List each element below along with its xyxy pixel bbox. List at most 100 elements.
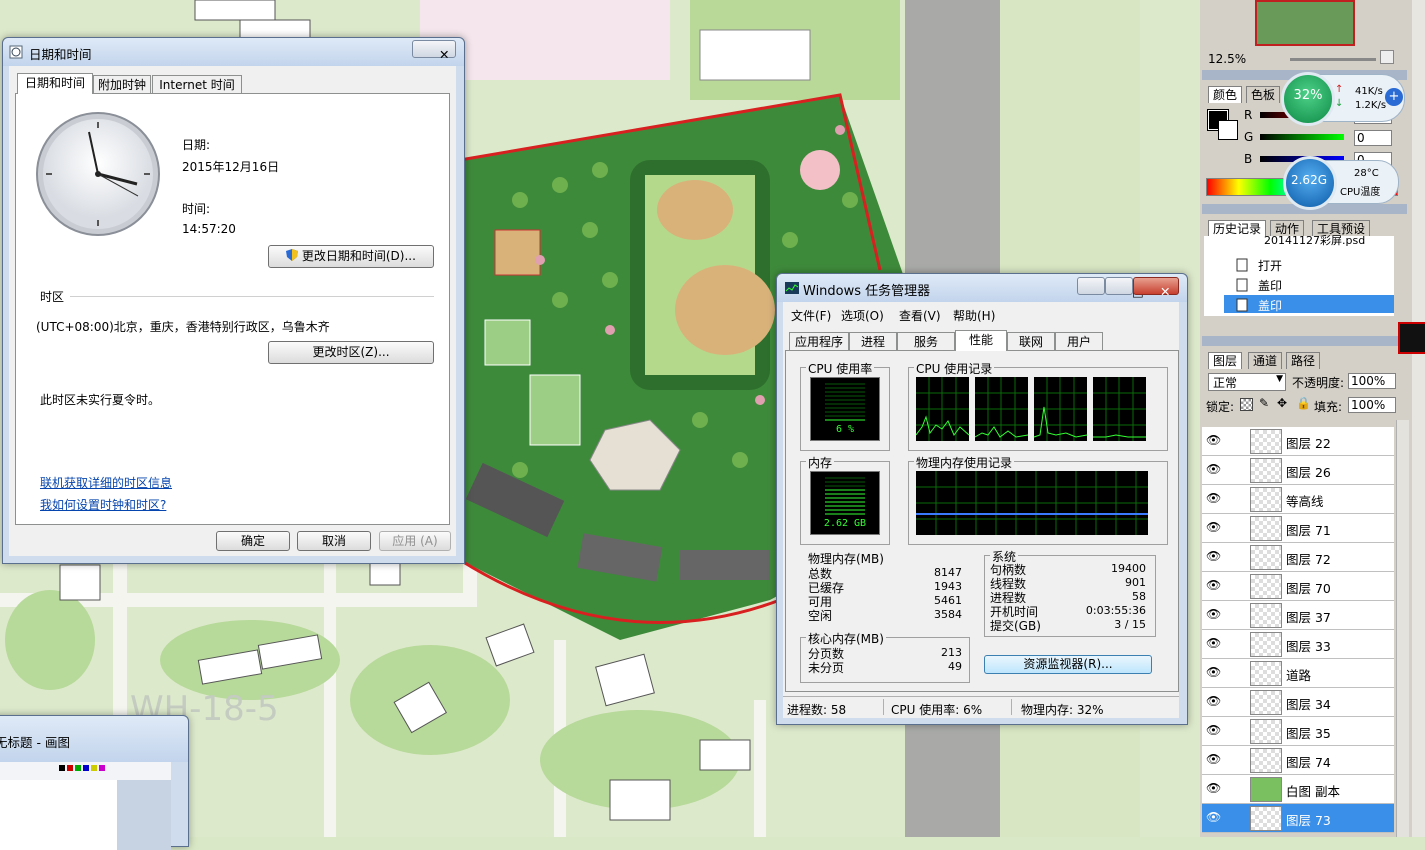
layer-thumbnail bbox=[1250, 516, 1282, 541]
layer-row[interactable]: 👁 图层 74 bbox=[1202, 746, 1394, 775]
layer-name: 图层 72 bbox=[1286, 552, 1331, 567]
layer-thumbnail bbox=[1250, 748, 1282, 773]
net-add-button[interactable]: + bbox=[1385, 88, 1403, 106]
eye-icon[interactable]: 👁 bbox=[1206, 810, 1221, 824]
history-item-stamp-2[interactable]: 盖印 bbox=[1258, 297, 1282, 314]
layer-row[interactable]: 👁 图层 33 bbox=[1202, 630, 1394, 659]
lock-transparency-icon[interactable] bbox=[1240, 398, 1253, 411]
fill-value[interactable]: 100% bbox=[1348, 397, 1396, 413]
paint-canvas[interactable] bbox=[0, 780, 117, 850]
change-timezone-button[interactable]: 更改时区(Z)... bbox=[268, 341, 434, 364]
menu-help[interactable]: 帮助(H) bbox=[953, 307, 995, 324]
eye-icon[interactable]: 👁 bbox=[1206, 491, 1221, 505]
task-manager-titlebar[interactable]: Windows 任务管理器 － □ ✕ bbox=[777, 274, 1187, 302]
layer-row-selected[interactable]: 👁 图层 73 bbox=[1202, 804, 1394, 833]
blend-mode-select[interactable]: 正常 ▼ bbox=[1208, 373, 1286, 391]
cancel-button[interactable]: 取消 bbox=[297, 531, 371, 551]
how-to-link[interactable]: 我如何设置时钟和时区? bbox=[40, 496, 166, 513]
stat-threads-value: 901 bbox=[1125, 576, 1146, 589]
palette-icon bbox=[59, 765, 105, 771]
history-item-stamp-1[interactable]: 盖印 bbox=[1258, 277, 1282, 294]
eye-icon[interactable]: 👁 bbox=[1206, 752, 1221, 766]
tab-history[interactable]: 历史记录 bbox=[1208, 220, 1267, 237]
status-memory: 物理内存: 32% bbox=[1021, 703, 1104, 717]
layer-row[interactable]: 👁 白图 副本 bbox=[1202, 775, 1394, 804]
paint-window[interactable]: 无标题 - 画图 bbox=[0, 715, 189, 850]
cpu-usage-value: 6 % bbox=[835, 424, 855, 435]
tab-services[interactable]: 服务 bbox=[897, 332, 955, 351]
layer-row[interactable]: 👁 图层 34 bbox=[1202, 688, 1394, 717]
badge-icon bbox=[1398, 322, 1425, 354]
menu-options[interactable]: 选项(O) bbox=[841, 307, 884, 324]
lock-paint-icon[interactable]: ✎ bbox=[1259, 396, 1269, 410]
menu-file[interactable]: 文件(F) bbox=[791, 307, 831, 324]
minimize-button[interactable]: － bbox=[1077, 277, 1117, 299]
tab-paths[interactable]: 路径 bbox=[1286, 352, 1321, 369]
channel-g-value[interactable]: 0 bbox=[1354, 130, 1392, 146]
layer-row[interactable]: 👁 图层 70 bbox=[1202, 572, 1394, 601]
layer-thumbnail bbox=[1250, 429, 1282, 454]
tab-internet-time[interactable]: Internet 时间 bbox=[152, 75, 242, 94]
eye-icon[interactable]: 👁 bbox=[1206, 433, 1221, 447]
tab-datetime[interactable]: 日期和时间 bbox=[17, 73, 93, 94]
task-manager-icon bbox=[785, 282, 799, 294]
tab-additional-clocks[interactable]: 附加时钟 bbox=[93, 75, 151, 94]
layer-row[interactable]: 👁 图层 26 bbox=[1202, 456, 1394, 485]
eye-icon[interactable]: 👁 bbox=[1206, 549, 1221, 563]
datetime-titlebar[interactable]: 日期和时间 ✕ bbox=[3, 38, 464, 66]
tab-channels[interactable]: 通道 bbox=[1248, 352, 1283, 369]
navigator-zoom-slider[interactable] bbox=[1290, 58, 1376, 61]
eye-icon[interactable]: 👁 bbox=[1206, 462, 1221, 476]
lock-label: 锁定: bbox=[1206, 400, 1235, 414]
eye-icon[interactable]: 👁 bbox=[1206, 665, 1221, 679]
history-item-open[interactable]: 打开 bbox=[1258, 257, 1282, 274]
fill-label: 填充: bbox=[1314, 400, 1343, 414]
layer-row[interactable]: 👁 等高线 bbox=[1202, 485, 1394, 514]
cpu-history-label: CPU 使用记录 bbox=[914, 360, 995, 377]
eye-icon[interactable]: 👁 bbox=[1206, 781, 1221, 795]
tab-swatches[interactable]: 色板 bbox=[1246, 86, 1281, 103]
tab-users[interactable]: 用户 bbox=[1055, 332, 1103, 351]
history-snapshot[interactable]: 20141127彩屏.psd bbox=[1264, 232, 1365, 248]
change-datetime-button[interactable]: 更改日期和时间(D)... bbox=[268, 245, 434, 268]
close-button[interactable]: ✕ bbox=[1133, 277, 1179, 299]
eye-icon[interactable]: 👁 bbox=[1206, 607, 1221, 621]
timezone-info-link[interactable]: 联机获取详细的时区信息 bbox=[40, 474, 172, 491]
history-panel-footer bbox=[1204, 316, 1394, 330]
apply-button[interactable]: 应用 (A) bbox=[379, 531, 451, 551]
layer-row[interactable]: 👁 道路 bbox=[1202, 659, 1394, 688]
layers-scrollbar[interactable] bbox=[1396, 420, 1409, 837]
tab-networking[interactable]: 联网 bbox=[1007, 332, 1055, 351]
eye-icon[interactable]: 👁 bbox=[1206, 520, 1221, 534]
resource-monitor-button[interactable]: 资源监视器(R)... bbox=[984, 655, 1152, 674]
opacity-value[interactable]: 100% bbox=[1348, 373, 1396, 389]
eye-icon[interactable]: 👁 bbox=[1206, 723, 1221, 737]
background-color-swatch[interactable] bbox=[1218, 120, 1238, 140]
layer-row[interactable]: 👁 图层 72 bbox=[1202, 543, 1394, 572]
lock-move-icon[interactable]: ✥ bbox=[1277, 396, 1287, 410]
ok-button[interactable]: 确定 bbox=[216, 531, 290, 551]
menu-view[interactable]: 查看(V) bbox=[899, 307, 941, 324]
eye-icon[interactable]: 👁 bbox=[1206, 636, 1221, 650]
maximize-button[interactable]: □ bbox=[1105, 277, 1144, 299]
tab-performance[interactable]: 性能 bbox=[955, 330, 1007, 351]
eye-icon[interactable]: 👁 bbox=[1206, 578, 1221, 592]
layers-panel-header bbox=[1202, 336, 1407, 346]
tab-layers[interactable]: 图层 bbox=[1208, 352, 1243, 369]
layer-row[interactable]: 👁 图层 35 bbox=[1202, 717, 1394, 746]
lock-all-icon[interactable]: 🔒 bbox=[1296, 396, 1311, 410]
layer-row[interactable]: 👁 图层 22 bbox=[1202, 427, 1394, 456]
layer-name: 等高线 bbox=[1286, 494, 1324, 509]
layer-name: 图层 73 bbox=[1286, 813, 1331, 828]
close-button[interactable]: ✕ bbox=[412, 40, 456, 62]
navigator-zoom[interactable]: 12.5% bbox=[1208, 52, 1246, 66]
tab-processes[interactable]: 进程 bbox=[849, 332, 897, 351]
tab-color[interactable]: 颜色 bbox=[1208, 86, 1243, 103]
channel-g-slider[interactable] bbox=[1260, 134, 1344, 140]
layer-row[interactable]: 👁 图层 37 bbox=[1202, 601, 1394, 630]
layer-row[interactable]: 👁 图层 71 bbox=[1202, 514, 1394, 543]
dock-scrollbar[interactable] bbox=[1412, 0, 1425, 837]
tab-applications[interactable]: 应用程序 bbox=[789, 332, 849, 351]
eye-icon[interactable]: 👁 bbox=[1206, 694, 1221, 708]
navigator-zoom-in-icon[interactable] bbox=[1380, 50, 1394, 64]
